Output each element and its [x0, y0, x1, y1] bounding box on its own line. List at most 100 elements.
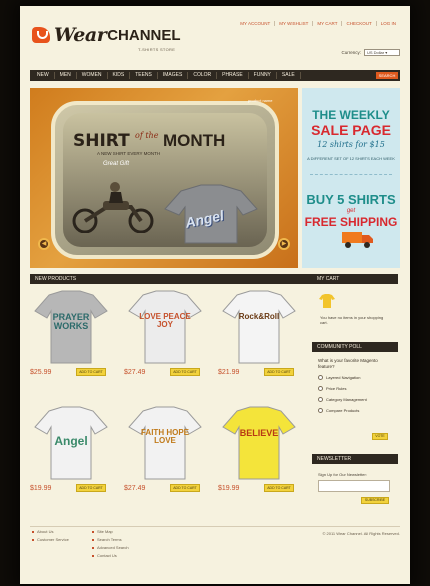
nav-women[interactable]: WOMEN — [77, 72, 108, 79]
checkout-link[interactable]: CHECKOUT — [342, 21, 377, 26]
product-image[interactable]: BELIEVE — [221, 405, 297, 481]
product-image[interactable]: LOVE PEACE JOY — [127, 289, 203, 365]
poll-option-4[interactable]: Compare Products — [318, 408, 359, 413]
login-link[interactable]: LOG IN — [377, 21, 400, 26]
copyright: © 2011 Wear Channel. All Rights Reserved… — [322, 531, 400, 536]
nav-color[interactable]: COLOR — [188, 72, 218, 79]
top-links: MY ACCOUNT MY WISHLIST MY CART CHECKOUT … — [236, 21, 400, 26]
sale-line3: 12 shirts for $15 — [317, 140, 385, 149]
free-shipping-text: FREE SHIPPING — [304, 215, 398, 229]
radio-icon[interactable] — [318, 397, 323, 402]
subscribe-button[interactable]: SUBSCRIBE — [361, 497, 389, 504]
product-card[interactable]: PRAYER WORKS $25.99 ADD TO CART — [30, 289, 116, 376]
hero-screen: SHIRT of the MONTH A NEW SHIRT EVERY MON… — [63, 113, 267, 247]
new-products-heading: NEW PRODUCTS — [30, 274, 314, 284]
currency-switcher: Currency: US Dollar ▾ — [341, 49, 400, 56]
shirt-cart-icon — [319, 294, 335, 308]
add-to-cart-button[interactable]: ADD TO CART — [264, 484, 294, 492]
nav-funny[interactable]: FUNNY — [249, 72, 277, 79]
page-frame: Wear CHANNEL T-SHIRTS STORE MY ACCOUNT M… — [20, 6, 410, 584]
add-to-cart-button[interactable]: ADD TO CART — [170, 484, 200, 492]
currency-select[interactable]: US Dollar ▾ — [364, 49, 400, 56]
footer-link-contact[interactable]: Contact Us — [92, 552, 129, 560]
shirt-graphic-text: LOVE PEACE JOY — [139, 312, 191, 329]
main-nav: NEW MEN WOMEN KIDS TEENS IMAGES COLOR PH… — [30, 70, 400, 81]
currency-label: Currency: — [341, 50, 361, 55]
product-card[interactable]: Angel $19.99 ADD TO CART — [30, 405, 116, 492]
buy-shirts-text: BUY 5 SHIRTS — [306, 192, 396, 207]
add-to-cart-button[interactable]: ADD TO CART — [76, 484, 106, 492]
add-to-cart-button[interactable]: ADD TO CART — [170, 368, 200, 376]
weekly-sale-banner[interactable]: THE WEEKLY SALE PAGE 12 shirts for $15 A… — [302, 88, 400, 268]
sale-line1: THE WEEKLY — [312, 108, 390, 122]
footer — [30, 526, 400, 527]
shirt-graphic-text: BELIEVE — [239, 428, 279, 438]
add-to-cart-button[interactable]: ADD TO CART — [264, 368, 294, 376]
newsletter-label: Sign Up for Our Newsletter: — [318, 472, 367, 477]
nav-phrase[interactable]: PHRASE — [217, 72, 249, 79]
my-cart-heading: MY CART — [312, 274, 398, 284]
radio-icon[interactable] — [318, 386, 323, 391]
hero-title-shirt: SHIRT — [73, 131, 130, 151]
footer-link-site-map[interactable]: Site Map — [92, 528, 129, 536]
tshirt-icon — [222, 406, 296, 480]
product-price: $21.99 — [218, 369, 240, 376]
nav-men[interactable]: MEN — [55, 72, 77, 79]
shirt-graphic-text: PRAYER WORKS — [52, 312, 90, 331]
poll-question: What is your favorite Magento feature? — [318, 358, 378, 369]
hero-subtitle: A NEW SHIRT EVERY MONTH — [97, 151, 161, 156]
product-image[interactable]: FAITH HOPE LOVE — [127, 405, 203, 481]
my-account-link[interactable]: MY ACCOUNT — [236, 21, 276, 26]
vote-button[interactable]: VOTE — [372, 433, 388, 440]
hero-next-arrow-icon[interactable]: ▶ — [278, 238, 290, 250]
footer-link-advanced-search[interactable]: Advanced Search — [92, 544, 129, 552]
add-to-cart-button[interactable]: ADD TO CART — [76, 368, 106, 376]
currency-value: US Dollar — [367, 50, 385, 55]
product-card[interactable]: BELIEVE $19.99 ADD TO CART — [218, 405, 304, 492]
nav-new[interactable]: NEW — [32, 72, 55, 79]
product-card[interactable]: FAITH HOPE LOVE $27.49 ADD TO CART — [124, 405, 210, 492]
hero-prev-arrow-icon[interactable]: ◀ — [38, 238, 50, 250]
tv-frame: SHIRT of the MONTH A NEW SHIRT EVERY MON… — [51, 101, 279, 259]
motorcycle-image — [72, 182, 154, 233]
poll-option-label: Compare Products — [326, 408, 360, 413]
footer-col-1: About Us Customer Service — [32, 528, 69, 544]
footer-link-customer-service[interactable]: Customer Service — [32, 536, 69, 544]
product-image[interactable]: Angel — [33, 405, 109, 481]
poll-option-2[interactable]: Price Rules — [318, 386, 346, 391]
hero-banner[interactable]: SHIRT of the MONTH A NEW SHIRT EVERY MON… — [30, 88, 298, 268]
radio-icon[interactable] — [318, 408, 323, 413]
product-image[interactable]: Rock&Roll — [221, 289, 297, 365]
nav-images[interactable]: IMAGES — [158, 72, 189, 79]
footer-link-about[interactable]: About Us — [32, 528, 69, 536]
my-cart-link[interactable]: MY CART — [313, 21, 343, 26]
logo-word-channel: CHANNEL — [107, 26, 181, 44]
sale-divider — [310, 174, 392, 175]
footer-col-2: Site Map Search Terms Advanced Search Co… — [92, 528, 129, 560]
newsletter-email-input[interactable] — [318, 480, 390, 492]
poll-option-label: Category Management — [326, 397, 367, 402]
logo-word-wear: Wear — [54, 24, 107, 46]
logo[interactable]: Wear CHANNEL — [32, 24, 181, 46]
search-button[interactable]: SEARCH — [376, 72, 398, 79]
poll-option-1[interactable]: Layered Navigation — [318, 375, 360, 380]
hero-title-of: of the — [135, 131, 159, 140]
product-card[interactable]: Rock&Roll $21.99 ADD TO CART — [218, 289, 304, 376]
truck-icon — [342, 232, 373, 248]
poll-option-label: Price Rules — [326, 386, 347, 391]
product-price: $25.99 — [30, 369, 52, 376]
product-price: $27.49 — [124, 369, 146, 376]
product-image[interactable]: PRAYER WORKS — [33, 289, 109, 365]
nav-sale[interactable]: SALE — [277, 72, 301, 79]
nav-teens[interactable]: TEENS — [130, 72, 158, 79]
my-wishlist-link[interactable]: MY WISHLIST — [275, 21, 314, 26]
newsletter-heading: NEWSLETTER — [312, 454, 398, 464]
product-price: $27.49 — [124, 485, 146, 492]
poll-option-3[interactable]: Category Management — [318, 397, 367, 402]
nav-kids[interactable]: KIDS — [108, 72, 131, 79]
footer-link-search-terms[interactable]: Search Terms — [92, 536, 129, 544]
community-poll-heading: COMMUNITY POLL — [312, 342, 398, 352]
radio-icon[interactable] — [318, 375, 323, 380]
tshirt-icon — [222, 290, 296, 364]
product-card[interactable]: LOVE PEACE JOY $27.49 ADD TO CART — [124, 289, 210, 376]
